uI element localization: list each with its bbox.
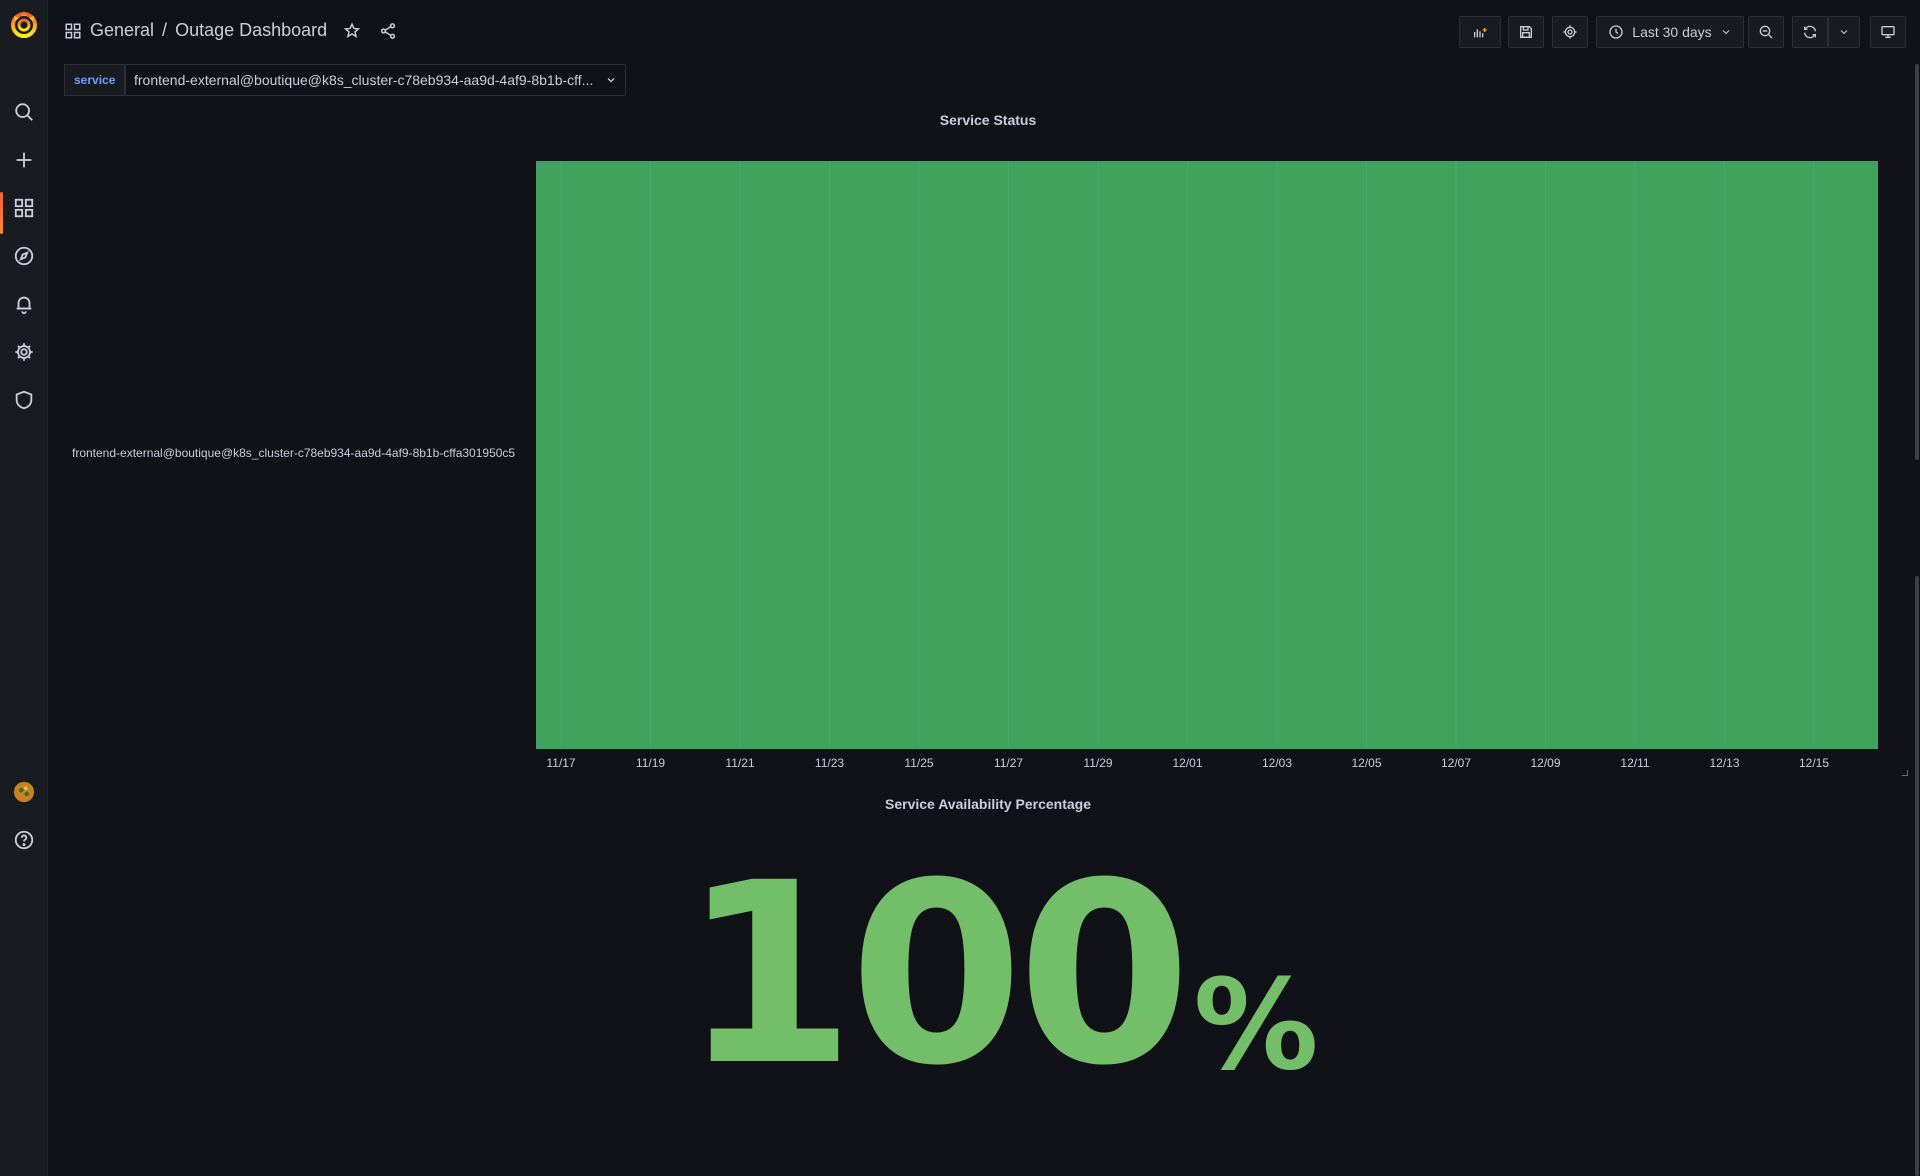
x-tick-label: 11/17 [546, 756, 576, 770]
dashboards-grid-icon [65, 23, 81, 38]
time-range-picker[interactable]: Last 30 days [1596, 16, 1744, 48]
refresh-interval-dropdown[interactable] [1828, 16, 1860, 48]
breadcrumb-folder[interactable]: General [90, 20, 154, 41]
service-variable-select[interactable]: frontend-external@boutique@k8s_cluster-c… [125, 64, 626, 96]
x-tick-label: 12/07 [1440, 756, 1472, 770]
x-tick-label: 12/13 [1709, 756, 1740, 770]
top-bar: General / Outage Dashboard Last 30 days [48, 0, 1920, 64]
breadcrumb: General / Outage Dashboard [64, 20, 397, 41]
chevron-down-icon [607, 78, 615, 83]
availability-stat: 100 % [681, 850, 1318, 1100]
x-tick-label: 12/01 [1172, 756, 1203, 770]
x-tick-label: 11/29 [1083, 756, 1113, 770]
save-button[interactable] [1508, 16, 1544, 48]
gear-icon[interactable] [0, 332, 48, 372]
search-icon[interactable] [0, 92, 48, 132]
x-tick-label: 11/23 [814, 756, 845, 770]
tv-mode-button[interactable] [1870, 16, 1906, 48]
grafana-logo[interactable] [8, 8, 40, 40]
x-tick-label: 11/19 [635, 756, 666, 770]
panel-title-availability[interactable]: Service Availability Percentage [48, 796, 1920, 812]
bell-icon[interactable] [0, 284, 48, 324]
x-tick-label: 12/03 [1261, 756, 1293, 770]
refresh-button[interactable] [1792, 16, 1828, 48]
shield-icon[interactable] [0, 380, 48, 420]
state-row-label: frontend-external@boutique@k8s_cluster-c… [72, 446, 516, 460]
variable-label: service [64, 64, 126, 96]
x-tick-label: 12/09 [1530, 756, 1561, 770]
chevron-down-icon [1722, 30, 1730, 35]
x-tick-label: 12/15 [1798, 756, 1830, 770]
compass-icon[interactable] [0, 236, 48, 276]
availability-value: 100 [681, 829, 1191, 1120]
share-icon[interactable] [379, 22, 397, 40]
help-icon[interactable] [0, 820, 48, 860]
zoom-out-button[interactable] [1748, 16, 1784, 48]
add-panel-button[interactable] [1459, 16, 1501, 48]
dashboards-icon[interactable] [0, 188, 48, 234]
availability-unit: % [1193, 953, 1319, 1098]
panel-resize-handle[interactable] [1902, 770, 1908, 776]
dashboard-settings-button[interactable] [1552, 16, 1588, 48]
x-tick-label: 12/11 [1620, 756, 1650, 770]
clock-icon [1609, 25, 1623, 39]
panel-title-status[interactable]: Service Status [48, 112, 1920, 128]
scrollbar-thumb-lower[interactable] [1915, 576, 1919, 1176]
state-timeline-chart[interactable] [536, 161, 1878, 749]
plus-icon[interactable] [0, 140, 48, 180]
x-tick-label: 11/25 [904, 756, 934, 770]
page-title[interactable]: Outage Dashboard [175, 20, 327, 41]
x-tick-label: 12/05 [1351, 756, 1382, 770]
x-tick-label: 11/27 [993, 756, 1024, 770]
scrollbar-thumb-upper[interactable] [1915, 64, 1919, 460]
sidebar [0, 0, 48, 1176]
x-tick-label: 11/21 [725, 756, 755, 770]
service-variable-value: frontend-external@boutique@k8s_cluster-c… [134, 72, 594, 88]
state-bar-up[interactable] [536, 161, 1878, 749]
time-range-label: Last 30 days [1632, 24, 1712, 40]
star-icon[interactable] [343, 21, 361, 40]
breadcrumb-separator: / [162, 20, 168, 40]
avatar[interactable] [0, 772, 48, 812]
scrollbar[interactable] [1912, 64, 1920, 1176]
